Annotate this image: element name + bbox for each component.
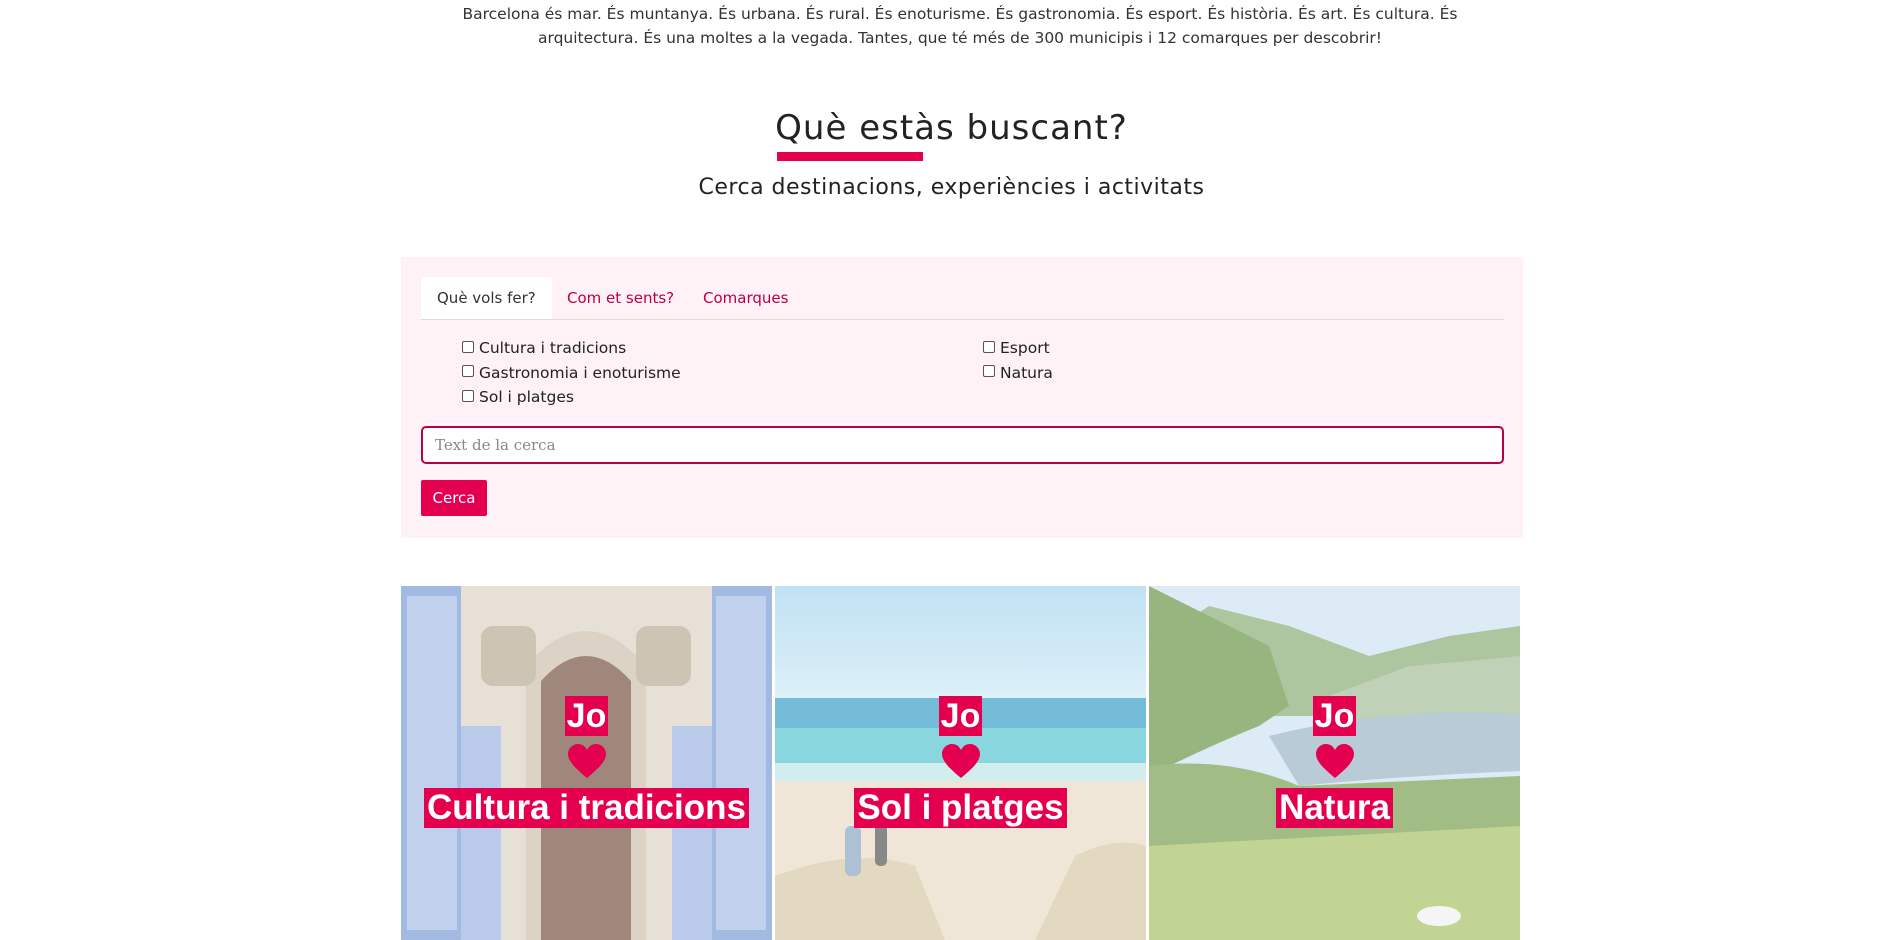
checkbox[interactable] [983,365,995,378]
card-topic-text: Cultura i tradicions [424,788,749,828]
card-label: Jo Cultura i tradicions [401,696,772,828]
card-cultura-i-tradicions[interactable]: Jo Cultura i tradicions [401,586,772,940]
filter-cultura-i-tradicions[interactable]: Cultura i tradicions [462,336,681,361]
card-natura[interactable]: Jo Natura [1149,586,1520,940]
search-tabs: Què vols fer? Com et sents? Comarques [421,277,1504,320]
search-panel: Què vols fer? Com et sents? Comarques Cu… [401,257,1523,538]
card-label: Jo Sol i platges [775,696,1146,828]
search-heading-wrap: Què estàs buscant? [0,108,1903,161]
filter-column-left: Cultura i tradicions Gastronomia i enotu… [462,336,681,410]
checkbox[interactable] [983,340,995,353]
card-label: Jo Natura [1149,696,1520,828]
search-button[interactable]: Cerca [421,480,487,516]
filter-label: Cultura i tradicions [479,339,627,358]
checkbox[interactable] [462,365,474,378]
card-topic-text: Natura [1276,788,1393,828]
search-subheading: Cerca destinacions, experiències i activ… [698,175,1205,200]
filter-label: Gastronomia i enoturisme [479,363,681,382]
checkbox[interactable] [462,389,474,402]
filter-label: Esport [1000,339,1050,358]
search-input[interactable]: Text de la cerca [421,426,1504,464]
filter-column-right: Esport Natura [983,336,1053,385]
checkbox[interactable] [462,340,474,353]
card-sol-i-platges[interactable]: Jo Sol i platges [775,586,1146,940]
heading-underline [777,152,924,161]
tab-com-et-sents[interactable]: Com et sents? [551,277,690,319]
card-jo-text: Jo [938,696,983,736]
heart-icon [567,744,606,778]
card-jo-text: Jo [1312,696,1357,736]
intro-paragraph: Barcelona és mar. És muntanya. És urbana… [462,5,1458,47]
search-heading: Què estàs buscant? [775,108,1128,161]
heart-icon [1315,744,1354,778]
filter-label: Natura [1000,363,1053,382]
card-jo-text: Jo [564,696,609,736]
tab-que-vols-fer[interactable]: Què vols fer? [421,277,552,319]
filter-gastronomia-i-enoturisme[interactable]: Gastronomia i enoturisme [462,361,681,386]
filter-esport[interactable]: Esport [983,336,1053,361]
filter-label: Sol i platges [479,388,574,407]
heart-icon [941,744,980,778]
tab-comarques[interactable]: Comarques [687,277,804,319]
card-topic-text: Sol i platges [854,788,1067,828]
filter-natura[interactable]: Natura [983,361,1053,386]
filter-sol-i-platges[interactable]: Sol i platges [462,385,681,410]
search-heading-text: Què estàs buscant? [775,108,1128,148]
